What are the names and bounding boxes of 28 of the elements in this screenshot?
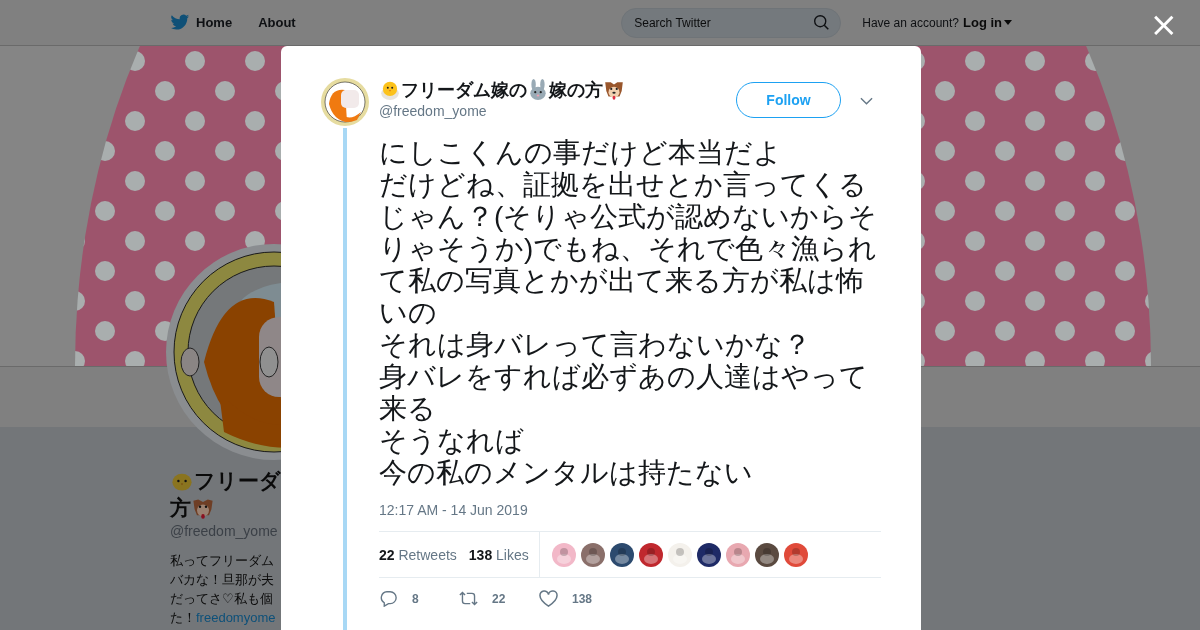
nav-link[interactable]: About	[258, 15, 296, 30]
bio-text: だってさ♡私も個	[170, 590, 274, 608]
speech-bubble-icon	[379, 590, 398, 607]
bio-text: バカな！旦那が夫	[170, 571, 275, 589]
close-button[interactable]: ×	[1149, 10, 1178, 38]
search-icon	[813, 13, 831, 31]
caret-icon	[1004, 20, 1012, 25]
tweet-text: 身バレをすれば必ずあの人達はやって来る	[379, 361, 869, 425]
heart-icon	[539, 590, 558, 607]
tweet-text: 今の私のメンタルは持たない	[379, 457, 754, 489]
likes-count[interactable]: 138 Likes	[468, 546, 529, 563]
login-link[interactable]: Log in	[963, 15, 1012, 30]
retweet-action[interactable]: 22	[459, 590, 539, 607]
retweet-icon	[459, 590, 478, 607]
tweet-text: そうなれば	[379, 425, 525, 457]
reply-action[interactable]: 8	[379, 590, 459, 607]
bird-icon	[170, 14, 190, 31]
retweets-count[interactable]: 22 Retweets	[379, 546, 457, 563]
profile-name: フリーダ	[194, 468, 281, 494]
bio-text: た！	[170, 610, 196, 625]
nav-link[interactable]: Home	[170, 14, 233, 31]
account-prompt: Have an account?	[862, 15, 959, 30]
search-field[interactable]: Search Twitter	[621, 7, 842, 38]
tweet-timestamp[interactable]: 12:17 AM - 14 Jun 2019	[379, 502, 881, 518]
profile-handle: @freedom_yome	[170, 523, 279, 539]
bio-text: 私ってフリーダム	[170, 552, 275, 570]
like-action[interactable]: 138	[539, 590, 619, 607]
profile-name: 方	[170, 495, 191, 521]
